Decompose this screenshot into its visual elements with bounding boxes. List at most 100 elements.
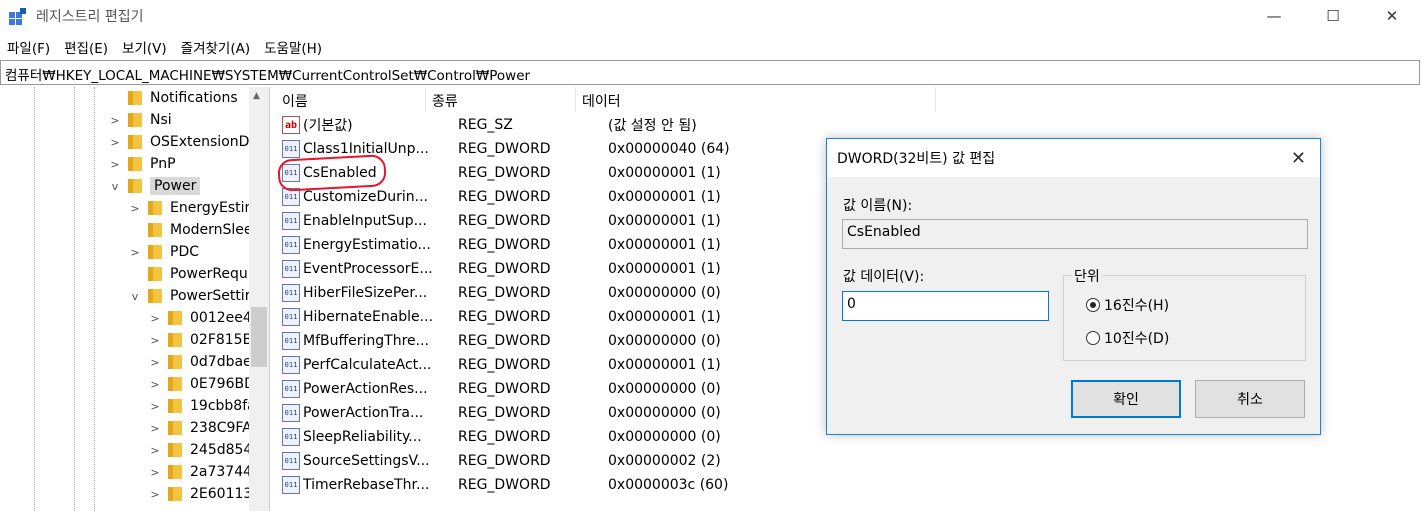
tree-item-guid[interactable]: >238C9FA	[148, 417, 252, 439]
table-row[interactable]: 011 TimerRebaseThr... REG_DWORD 0x0000003c …	[276, 473, 803, 497]
tree-item-label: 0d7dbae	[190, 354, 252, 370]
hex-radio[interactable]: 16진수(H)	[1086, 295, 1169, 315]
table-row[interactable]: 011 Class1InitialUnp... REG_DWORD 0x0000004…	[276, 137, 803, 161]
minimize-button[interactable]: —	[1251, 0, 1297, 32]
table-row[interactable]: 011 PowerActionRes... REG_DWORD 0x00000000 …	[276, 377, 803, 401]
column-header-data[interactable]: 데이터	[576, 87, 936, 112]
table-row[interactable]: 011 EnergyEstimatio... REG_DWORD 0x00000001…	[276, 233, 803, 257]
cancel-button[interactable]: 취소	[1195, 380, 1305, 418]
tree-item-notifications[interactable]: Notifications	[108, 87, 238, 109]
dialog-close-icon[interactable]: ✕	[1291, 148, 1306, 169]
menu-favorites[interactable]: 즐겨찾기(A)	[174, 33, 257, 59]
table-row[interactable]: 011 PowerActionTra... REG_DWORD 0x00000000 …	[276, 401, 803, 425]
table-row[interactable]: 011 CustomizeDurin... REG_DWORD 0x00000001 …	[276, 185, 803, 209]
chevron-right-icon[interactable]: >	[128, 245, 142, 259]
tree-item-modernsleep[interactable]: ModernSlee	[128, 219, 253, 241]
tree-item-powersettings[interactable]: v PowerSettir	[128, 285, 251, 307]
dword-value-icon: 011	[282, 212, 300, 230]
tree-item-guid[interactable]: >0E796BD	[148, 373, 254, 395]
tree-item-label: Nsi	[150, 112, 172, 128]
tree-item-guid[interactable]: >2E60113	[148, 483, 252, 505]
chevron-right-icon[interactable]: >	[148, 421, 162, 435]
tree-item-energyestim[interactable]: > EnergyEstim	[128, 197, 258, 219]
table-row[interactable]: 011 HibernateEnable... REG_DWORD 0x00000001…	[276, 305, 803, 329]
tree-item-guid[interactable]: >0d7dbae	[148, 351, 252, 373]
value-name: TimerRebaseThr...	[303, 477, 430, 493]
tree-item-osextension[interactable]: > OSExtensionD	[108, 131, 249, 153]
tree-item-label: Notifications	[150, 90, 238, 106]
table-row[interactable]: 011 CsEnabled REG_DWORD 0x00000001 (1)	[276, 161, 803, 185]
scroll-up-icon[interactable]: ▲	[253, 91, 260, 101]
window-title: 레지스트리 편집기	[36, 9, 144, 25]
tree-item-powerrequest[interactable]: PowerRequ	[128, 263, 248, 285]
ok-button[interactable]: 확인	[1071, 380, 1181, 418]
menu-help[interactable]: 도움말(H)	[257, 33, 329, 59]
chevron-right-icon[interactable]: >	[148, 311, 162, 325]
chevron-down-icon[interactable]: v	[128, 289, 142, 303]
tree-guide-line	[74, 87, 75, 511]
title-bar: 레지스트리 편집기 — ☐ ✕	[0, 0, 1422, 33]
folder-icon	[168, 355, 184, 369]
radio-selected-icon[interactable]	[1086, 298, 1100, 312]
menu-file[interactable]: 파일(F)	[0, 33, 57, 59]
menu-edit[interactable]: 편집(E)	[57, 33, 115, 59]
chevron-right-icon[interactable]: >	[108, 157, 122, 171]
table-row[interactable]: ab (기본값) REG_SZ (값 설정 안 됨)	[276, 113, 803, 137]
tree-item-pnp[interactable]: > PnP	[108, 153, 175, 175]
dec-radio[interactable]: 10진수(D)	[1086, 328, 1169, 348]
column-header-name[interactable]: 이름	[276, 87, 426, 112]
tree-item-nsi[interactable]: > Nsi	[108, 109, 172, 131]
maximize-button[interactable]: ☐	[1310, 0, 1356, 32]
menu-bar: 파일(F) 편집(E) 보기(V) 즐겨찾기(A) 도움말(H)	[0, 33, 1422, 59]
chevron-right-icon[interactable]: >	[148, 487, 162, 501]
table-row[interactable]: 011 SourceSettingsV... REG_DWORD 0x00000002…	[276, 449, 803, 473]
table-row[interactable]: 011 HiberFileSizePer... REG_DWORD 0x0000000…	[276, 281, 803, 305]
chevron-right-icon[interactable]: >	[108, 135, 122, 149]
tree-item-guid[interactable]: >19cbb8fa	[148, 395, 255, 417]
chevron-right-icon[interactable]: >	[148, 355, 162, 369]
table-row[interactable]: 011 SleepReliability... REG_DWORD 0x0000000…	[276, 425, 803, 449]
chevron-right-icon[interactable]: >	[148, 333, 162, 347]
tree-scrollbar[interactable]: ▲	[249, 87, 269, 511]
tree-item-guid[interactable]: >02F815B	[148, 329, 252, 351]
scrollbar-thumb[interactable]	[251, 307, 267, 367]
string-value-icon: ab	[282, 116, 300, 134]
tree-item-label: ModernSlee	[170, 222, 253, 238]
value-data-input[interactable]: 0	[842, 291, 1049, 321]
table-row[interactable]: 011 EnableInputSup... REG_DWORD 0x00000001 …	[276, 209, 803, 233]
tree-item-label: 2a73744	[190, 464, 253, 480]
address-bar[interactable]: 컴퓨터₩HKEY_LOCAL_MACHINE₩SYSTEM₩CurrentCon…	[0, 60, 1420, 85]
tree-item-pdc[interactable]: > PDC	[128, 241, 199, 263]
tree-item-label: OSExtensionD	[150, 134, 250, 150]
chevron-icon[interactable]	[128, 223, 142, 237]
chevron-right-icon[interactable]: >	[108, 113, 122, 127]
value-data: 0x0000003c (60)	[608, 477, 729, 493]
chevron-right-icon[interactable]: >	[128, 201, 142, 215]
tree-item-label: 238C9FA	[190, 420, 252, 436]
chevron-right-icon[interactable]: >	[148, 465, 162, 479]
chevron-icon[interactable]	[108, 91, 122, 105]
registry-tree[interactable]: Notifications > Nsi > OSExtensionD > PnP v P…	[0, 87, 270, 511]
close-button[interactable]: ✕	[1369, 0, 1415, 32]
table-row[interactable]: 011 EventProcessorE... REG_DWORD 0x00000001…	[276, 257, 803, 281]
chevron-icon[interactable]	[128, 267, 142, 281]
radio-empty-icon[interactable]	[1086, 331, 1100, 345]
column-header-type[interactable]: 종류	[426, 87, 576, 112]
value-name: PerfCalculateAct...	[303, 357, 432, 373]
tree-item-power[interactable]: v Power	[108, 175, 201, 197]
folder-icon	[168, 421, 184, 435]
menu-view[interactable]: 보기(V)	[115, 33, 174, 59]
chevron-right-icon[interactable]: >	[148, 443, 162, 457]
tree-item-guid[interactable]: >245d854	[148, 439, 252, 461]
value-name: EventProcessorE...	[303, 261, 433, 277]
value-type: REG_DWORD	[458, 309, 551, 325]
tree-item-guid[interactable]: >2a73744	[148, 461, 252, 483]
tree-item-guid[interactable]: >0012ee4	[148, 307, 251, 329]
table-row[interactable]: 011 MfBufferingThre... REG_DWORD 0x00000000…	[276, 329, 803, 353]
table-row[interactable]: 011 PerfCalculateAct... REG_DWORD 0x0000000…	[276, 353, 803, 377]
dword-value-icon: 011	[282, 236, 300, 254]
chevron-down-icon[interactable]: v	[108, 179, 122, 193]
folder-icon	[128, 113, 144, 127]
chevron-right-icon[interactable]: >	[148, 399, 162, 413]
chevron-right-icon[interactable]: >	[148, 377, 162, 391]
